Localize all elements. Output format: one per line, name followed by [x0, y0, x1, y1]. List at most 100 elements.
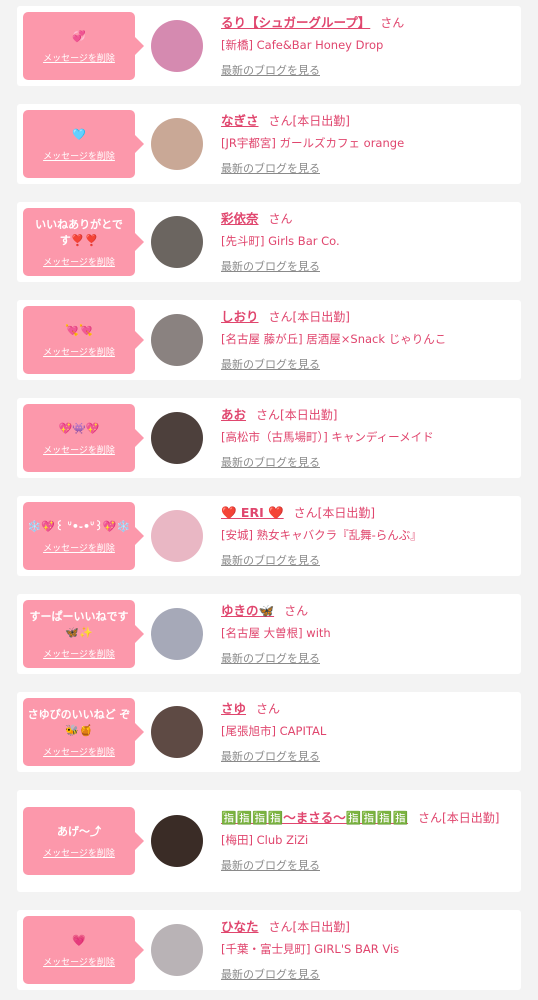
list-item: いいねありがとです❣️❣️ メッセージを削除 彩依奈 さん [先斗町] Girls…: [17, 202, 521, 282]
profile-info: るり【シュガーグループ】 さん [新橋] Cafe&Bar Honey Drop …: [221, 14, 521, 78]
delete-message-link[interactable]: メッセージを削除: [43, 745, 115, 758]
message-text: 💖👾💖: [58, 421, 100, 435]
message-bubble: 💗 メッセージを削除: [23, 916, 144, 984]
profile-name-link[interactable]: さゆ: [221, 701, 246, 716]
avatar[interactable]: [151, 815, 203, 867]
profile-name-link[interactable]: るり【シュガーグループ】: [221, 15, 370, 30]
blog-link[interactable]: 最新のブログを見る: [221, 160, 320, 176]
blog-link[interactable]: 最新のブログを見る: [221, 258, 320, 274]
status-badge: [本日出勤]: [292, 920, 350, 934]
delete-message-link[interactable]: メッセージを削除: [43, 955, 115, 968]
list-item: 💖👾💖 メッセージを削除 あお さん[本日出勤] [高松市（古馬場町）] キャンデ…: [17, 398, 521, 478]
delete-message-link[interactable]: メッセージを削除: [43, 345, 115, 358]
profile-info: ❤️ ERI ❤️ さん[本日出勤] [安城] 熟女キャバクラ『乱舞-らんぶ』 最…: [221, 504, 521, 568]
list-item: あげ〜⤴︎ メッセージを削除 🈯🈯🈯🈯〜まさる〜🈯🈯🈯🈯 さん[本日出勤] [梅田…: [17, 790, 521, 892]
profile-info: ゆきの🦋 さん [名古屋 大曽根] with 最新のブログを見る: [221, 602, 521, 666]
honorific: さん: [268, 212, 293, 226]
profile-name-link[interactable]: 🈯🈯🈯🈯〜まさる〜🈯🈯🈯🈯: [221, 810, 408, 825]
avatar[interactable]: [151, 510, 203, 562]
list-item: ❄️💖꒰ ᐡ•֊•ᐡ꒱💖❄️ メッセージを削除 ❤️ ERI ❤️ さん[本日出勤…: [17, 496, 521, 576]
profile-name-link[interactable]: ❤️ ERI ❤️: [221, 505, 284, 520]
profile-name-link[interactable]: 彩依奈: [221, 211, 259, 226]
honorific: さん: [268, 114, 293, 128]
profile-name-link[interactable]: しおり: [221, 309, 259, 324]
blog-link[interactable]: 最新のブログを見る: [221, 857, 320, 873]
delete-message-link[interactable]: メッセージを削除: [43, 541, 115, 554]
avatar[interactable]: [151, 608, 203, 660]
message-bubble: ❄️💖꒰ ᐡ•֊•ᐡ꒱💖❄️ メッセージを削除: [23, 502, 144, 570]
blog-link[interactable]: 最新のブログを見る: [221, 356, 320, 372]
message-bubble: 🩵 メッセージを削除: [23, 110, 144, 178]
message-text: 💗: [72, 933, 86, 947]
list-item: 💘💘 メッセージを削除 しおり さん[本日出勤] [名古屋 藤が丘] 居酒屋×Sn…: [17, 300, 521, 380]
message-bubble: さゆぴのいいねど ぞ🐝🍯 メッセージを削除: [23, 698, 144, 766]
profile-name-link[interactable]: なぎさ: [221, 113, 259, 128]
blog-link[interactable]: 最新のブログを見る: [221, 748, 320, 764]
avatar[interactable]: [151, 118, 203, 170]
blog-link[interactable]: 最新のブログを見る: [221, 650, 320, 666]
honorific: さん: [256, 408, 281, 422]
shop-name: [千葉・富士見町] GIRL'S BAR Vis: [221, 942, 400, 956]
message-bubble: 💖👾💖 メッセージを削除: [23, 404, 144, 472]
profile-info: しおり さん[本日出勤] [名古屋 藤が丘] 居酒屋×Snack じゃりんこ 最新…: [221, 308, 521, 372]
blog-link[interactable]: 最新のブログを見る: [221, 454, 320, 470]
shop-name: [先斗町] Girls Bar Co.: [221, 234, 340, 248]
shop-name: [名古屋 藤が丘] 居酒屋×Snack じゃりんこ: [221, 332, 447, 346]
message-bubble: あげ〜⤴︎ メッセージを削除: [23, 807, 144, 875]
honorific: さん: [418, 811, 443, 825]
message-text: ❄️💖꒰ ᐡ•֊•ᐡ꒱💖❄️: [27, 519, 131, 533]
shop-name: [JR宇都宮] ガールズカフェ orange: [221, 136, 405, 150]
avatar[interactable]: [151, 706, 203, 758]
status-badge: [本日出勤]: [292, 114, 350, 128]
blog-link[interactable]: 最新のブログを見る: [221, 552, 320, 568]
message-text: いいねありがとです❣️❣️: [35, 217, 123, 247]
honorific: さん: [268, 310, 293, 324]
honorific: さん: [256, 702, 281, 716]
shop-name: [尾張旭市] CAPITAL: [221, 724, 327, 738]
blog-link[interactable]: 最新のブログを見る: [221, 966, 320, 982]
profile-info: なぎさ さん[本日出勤] [JR宇都宮] ガールズカフェ orange 最新のブロ…: [221, 112, 521, 176]
list-item: 💞 メッセージを削除 るり【シュガーグループ】 さん [新橋] Cafe&Bar …: [17, 6, 521, 86]
message-text: 💘💘: [65, 323, 93, 337]
avatar[interactable]: [151, 924, 203, 976]
message-bubble: すーぱーいいねです🦋✨ メッセージを削除: [23, 600, 144, 668]
avatar[interactable]: [151, 20, 203, 72]
profile-info: 彩依奈 さん [先斗町] Girls Bar Co. 最新のブログを見る: [221, 210, 521, 274]
delete-message-link[interactable]: メッセージを削除: [43, 255, 115, 268]
message-text: さゆぴのいいねど ぞ🐝🍯: [27, 707, 131, 737]
profile-name-link[interactable]: ひなた: [221, 919, 259, 934]
shop-name: [梅田] Club ZiZi: [221, 833, 309, 847]
status-badge: [本日出勤]: [442, 811, 500, 825]
profile-info: あお さん[本日出勤] [高松市（古馬場町）] キャンディーメイド 最新のブログを…: [221, 406, 521, 470]
message-bubble: 💞 メッセージを削除: [23, 12, 144, 80]
message-text: あげ〜⤴︎: [57, 824, 101, 838]
avatar[interactable]: [151, 314, 203, 366]
avatar[interactable]: [151, 412, 203, 464]
status-badge: [本日出勤]: [280, 408, 338, 422]
message-text: 🩵: [72, 127, 86, 141]
delete-message-link[interactable]: メッセージを削除: [43, 149, 115, 162]
blog-link[interactable]: 最新のブログを見る: [221, 62, 320, 78]
list-item: 🩵 メッセージを削除 なぎさ さん[本日出勤] [JR宇都宮] ガールズカフェ o…: [17, 104, 521, 184]
delete-message-link[interactable]: メッセージを削除: [43, 846, 115, 859]
honorific: さん: [380, 16, 405, 30]
profile-info: 🈯🈯🈯🈯〜まさる〜🈯🈯🈯🈯 さん[本日出勤] [梅田] Club ZiZi 最新の…: [221, 809, 521, 873]
shop-name: [新橋] Cafe&Bar Honey Drop: [221, 38, 384, 52]
avatar[interactable]: [151, 216, 203, 268]
delete-message-link[interactable]: メッセージを削除: [43, 647, 115, 660]
shop-name: [安城] 熟女キャバクラ『乱舞-らんぶ』: [221, 528, 422, 542]
list-item: 💗 メッセージを削除 ひなた さん[本日出勤] [千葉・富士見町] GIRL'S …: [17, 910, 521, 990]
honorific: さん: [268, 920, 293, 934]
status-badge: [本日出勤]: [317, 506, 376, 520]
message-text: 💞: [72, 29, 86, 43]
message-text: すーぱーいいねです🦋✨: [29, 609, 129, 639]
profile-name-link[interactable]: あお: [221, 407, 246, 422]
delete-message-link[interactable]: メッセージを削除: [43, 443, 115, 456]
message-bubble: いいねありがとです❣️❣️ メッセージを削除: [23, 208, 144, 276]
message-bubble: 💘💘 メッセージを削除: [23, 306, 144, 374]
delete-message-link[interactable]: メッセージを削除: [43, 51, 115, 64]
shop-name: [名古屋 大曽根] with: [221, 626, 331, 640]
profile-name-link[interactable]: ゆきの🦋: [221, 603, 274, 618]
status-badge: [本日出勤]: [292, 310, 350, 324]
honorific: さん: [284, 604, 309, 618]
